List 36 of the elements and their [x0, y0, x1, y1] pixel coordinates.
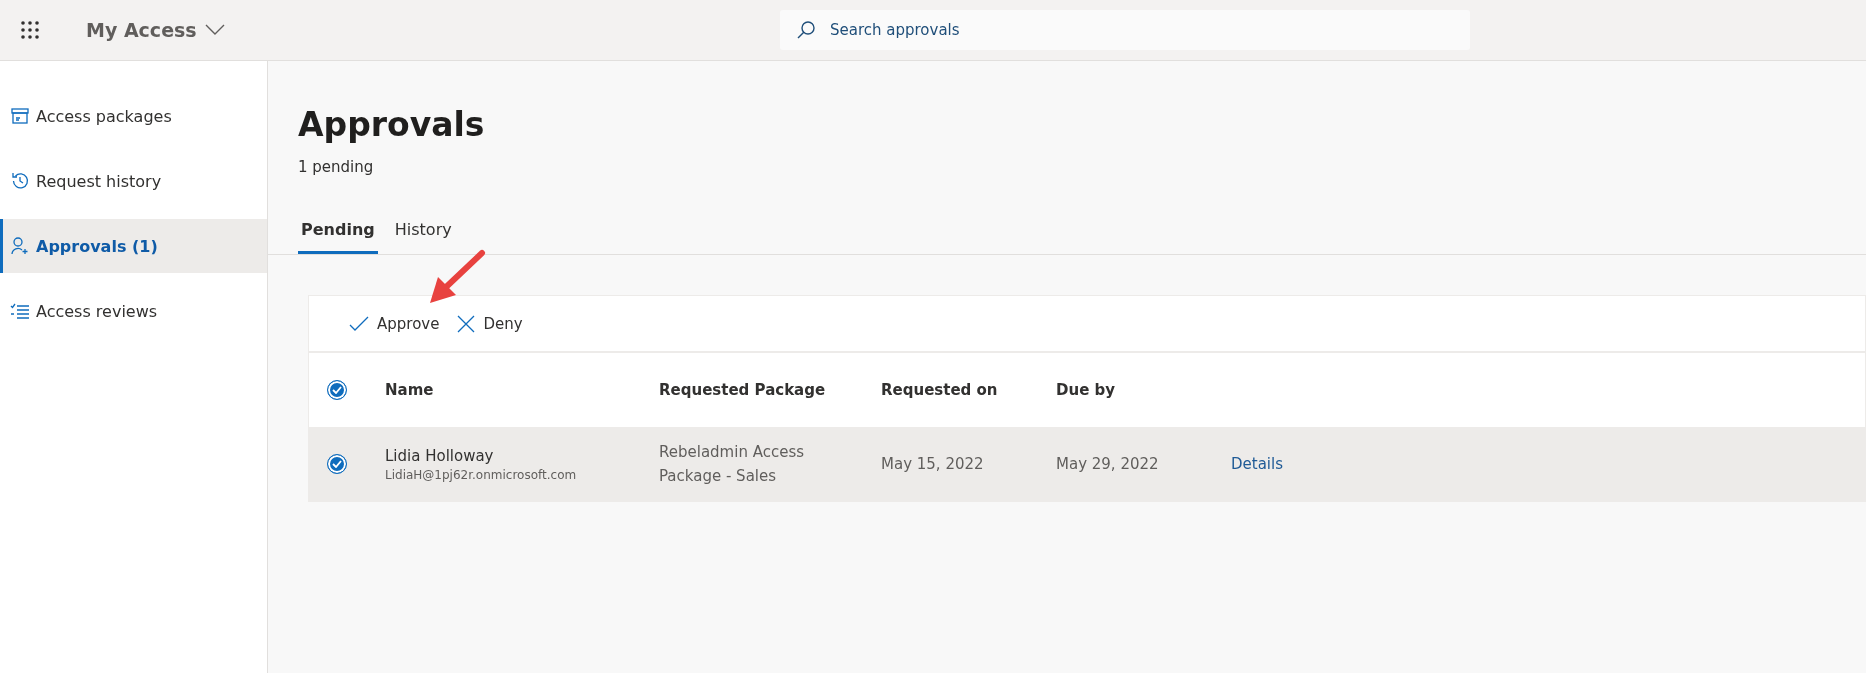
- person-add-icon: [10, 236, 30, 256]
- requester-email: LidiaH@1pj62r.onmicrosoft.com: [385, 467, 578, 482]
- package-icon: [10, 106, 30, 126]
- sidebar-item[interactable]: Request history: [0, 154, 267, 208]
- approve-button[interactable]: Approve: [349, 314, 440, 333]
- tab[interactable]: Pending: [298, 214, 378, 254]
- column-header: Requested Package: [659, 381, 827, 399]
- column-header: Due by: [1056, 381, 1117, 399]
- app-title-dropdown[interactable]: My Access: [86, 19, 225, 41]
- history-icon: [10, 171, 30, 191]
- checkmark-icon: [332, 386, 342, 394]
- select-all-checkbox[interactable]: [327, 380, 347, 400]
- package-cell-text: Rebeladmin Access Package - Sales: [659, 442, 805, 487]
- checklist-icon: [10, 301, 30, 321]
- requested-on-cell-text: May 15, 2022: [881, 454, 985, 475]
- checkmark-icon: [332, 460, 342, 468]
- search-icon: [796, 20, 816, 40]
- requester-name: Lidia Holloway: [385, 446, 495, 465]
- search-field[interactable]: Search approvals: [780, 10, 1470, 50]
- waffle-icon: [20, 20, 40, 40]
- column-header: Requested on: [881, 381, 999, 399]
- table-row[interactable]: Lidia Holloway LidiaH@1pj62r.onmicrosoft.com Rebeladmin Access Package - Sales May 15, 2022 May 29, 2022 Details: [309, 427, 1865, 501]
- deny-button[interactable]: Deny: [457, 314, 523, 333]
- chevron-down-icon: [204, 24, 225, 36]
- tab[interactable]: History: [391, 214, 455, 254]
- close-icon: [457, 314, 476, 333]
- due-by-cell-text: May 29, 2022: [1056, 454, 1160, 475]
- checkmark-icon: [349, 315, 369, 332]
- pending-count: 1 pending: [298, 158, 375, 176]
- sidebar-item[interactable]: Access packages: [0, 89, 267, 143]
- column-header: Name: [385, 381, 435, 399]
- row-checkbox[interactable]: [327, 454, 347, 474]
- sidebar-item[interactable]: Access reviews: [0, 284, 267, 338]
- details-link[interactable]: Details: [1231, 455, 1865, 473]
- sidebar-item[interactable]: Approvals (1): [0, 219, 267, 273]
- page-title: Approvals: [298, 105, 486, 144]
